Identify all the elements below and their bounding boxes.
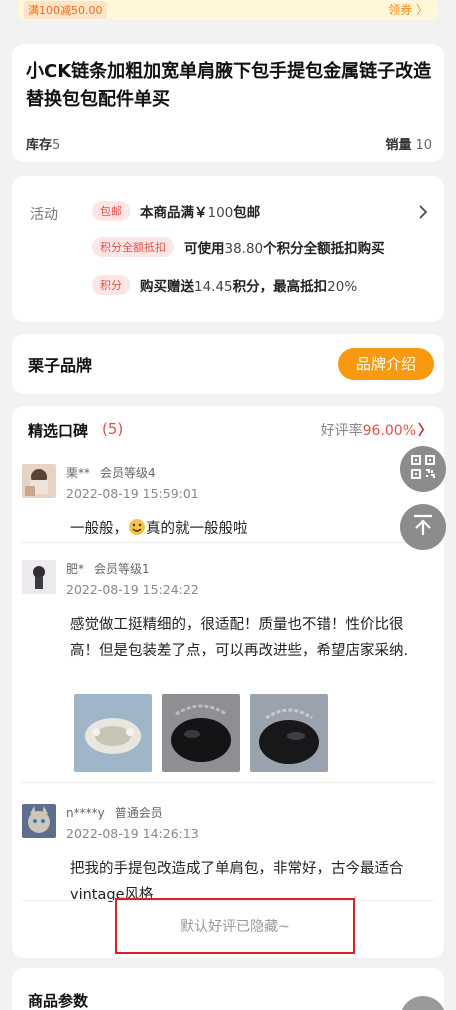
- review-body: 感觉做工挺精细的，很适配！质量也不错！性价比很高！但是包装差了点，可以再改进些，…: [70, 617, 409, 659]
- review-user: 栗** 会员等级4: [66, 464, 156, 481]
- review-date: 2022-08-19 15:59:01: [66, 486, 199, 501]
- smile-emoji-icon: [128, 518, 146, 545]
- review-item: 栗** 会员等级4 2022-08-19 15:59:01 一般般， 真的就一般般…: [22, 464, 434, 544]
- activity-tag: 积分: [92, 275, 130, 295]
- activity-text-d: 20%: [327, 279, 358, 295]
- review-level: 会员等级1: [94, 562, 150, 576]
- activity-text: 可使用38.80个积分全额抵扣购买: [184, 237, 385, 257]
- review-username: 栗**: [66, 466, 91, 480]
- activity-row-free-shipping: 包邮 本商品满￥100包邮: [92, 200, 260, 222]
- activity-text: 本商品满￥100包邮: [140, 201, 260, 221]
- divider: [22, 782, 434, 783]
- positive-rate[interactable]: 好评率96.00% 〉: [321, 420, 432, 440]
- reviews-title: 精选口碑: [28, 422, 89, 440]
- avatar: [22, 464, 56, 498]
- review-body-pre: 一般般，: [70, 521, 128, 537]
- activity-text-a: 可使用: [184, 241, 225, 257]
- activity-row-points-deduct: 积分全额抵扣 可使用38.80个积分全额抵扣购买: [92, 236, 385, 258]
- reviews-card: 精选口碑 (5) 好评率96.00% 〉 栗** 会员等级4 2022-08-19 …: [12, 406, 444, 958]
- review-user: n****y 普通会员: [66, 804, 163, 821]
- positive-rate-label: 好评率: [320, 423, 363, 439]
- get-coupon-link[interactable]: 领券 〉: [388, 1, 428, 18]
- sales-value: 10: [415, 138, 432, 153]
- activity-text: 购买赠送14.45积分，最高抵扣20%: [140, 275, 357, 295]
- review-photo[interactable]: [162, 694, 240, 772]
- divider: [22, 542, 434, 543]
- coupon-chip: 满100减50.00: [24, 1, 107, 19]
- review-body-post: 真的就一般般啦: [146, 521, 248, 537]
- chevron-right-icon[interactable]: [418, 204, 428, 224]
- hidden-reviews-notice[interactable]: 默认好评已隐藏~: [115, 898, 355, 954]
- activity-text-a: 购买赠送: [140, 279, 194, 295]
- qrcode-icon: [410, 454, 436, 484]
- brand-intro-button[interactable]: 品牌介绍: [338, 348, 434, 380]
- activity-text-b: 14.45: [194, 279, 233, 295]
- activity-text-b: 100: [207, 205, 234, 221]
- review-username: n****y: [66, 806, 105, 820]
- brand-card: 栗子品牌 品牌介绍: [12, 334, 444, 394]
- review-level: 会员等级4: [100, 466, 156, 480]
- back-to-top-button[interactable]: [400, 504, 446, 550]
- avatar: [22, 804, 56, 838]
- activity-text-b: 38.80: [224, 241, 264, 257]
- back-to-top-icon: [410, 512, 436, 542]
- activity-row-points-gift: 积分 购买赠送14.45积分，最高抵扣20%: [92, 274, 357, 296]
- review-item: 肥* 会员等级1 2022-08-19 15:24:22 感觉做工挺精细的，很适配…: [22, 560, 434, 780]
- stock-info: 库存5: [26, 134, 60, 153]
- activity-text-c: 包邮: [233, 205, 261, 221]
- activity-card[interactable]: 活动 包邮 本商品满￥100包邮 积分全额抵扣 可使用38.80个积分全额抵扣购…: [12, 176, 444, 322]
- qrcode-button[interactable]: [400, 446, 446, 492]
- activity-tag: 包邮: [92, 201, 130, 221]
- reviews-count: (5): [102, 420, 124, 438]
- review-item: n****y 普通会员 2022-08-19 14:26:13 把我的手提包改造成…: [22, 804, 434, 904]
- brand-name: 栗子品牌: [28, 356, 93, 375]
- activity-text-c: 个积分全额抵扣购买: [263, 241, 385, 257]
- review-date: 2022-08-19 15:24:22: [66, 582, 199, 597]
- params-card: 商品参数: [12, 968, 444, 1010]
- review-body: 一般般， 真的就一般般啦: [70, 516, 430, 545]
- stock-label: 库存: [26, 138, 53, 153]
- activity-tag: 积分全额抵扣: [92, 237, 174, 257]
- review-username: 肥*: [66, 562, 85, 576]
- review-photo[interactable]: [250, 694, 328, 772]
- review-photos: [74, 694, 334, 774]
- activity-label: 活动: [30, 207, 58, 223]
- review-user: 肥* 会员等级1: [66, 560, 150, 577]
- product-title-card: 小CK链条加粗加宽单肩腋下包手提包金属链子改造替换包包配件单买 库存5 销量 10: [12, 44, 444, 162]
- sales-label: 销量: [385, 138, 412, 153]
- params-title: 商品参数: [28, 992, 89, 1010]
- product-title: 小CK链条加粗加宽单肩腋下包手提包金属链子改造替换包包配件单买: [26, 61, 432, 110]
- avatar: [22, 560, 56, 594]
- activity-text-a: 本商品满￥: [140, 205, 208, 221]
- positive-rate-value: 96.00%: [362, 423, 416, 439]
- sales-info: 销量 10: [385, 134, 432, 153]
- review-photo[interactable]: [74, 694, 152, 772]
- review-date: 2022-08-19 14:26:13: [66, 826, 199, 841]
- stock-value: 5: [52, 138, 61, 153]
- coupon-strip: 满100减50.00 领券 〉: [18, 0, 438, 20]
- chevron-right-icon: 〉: [418, 423, 432, 439]
- activity-text-c: 积分，最高抵扣: [232, 279, 328, 295]
- review-level: 普通会员: [114, 806, 163, 820]
